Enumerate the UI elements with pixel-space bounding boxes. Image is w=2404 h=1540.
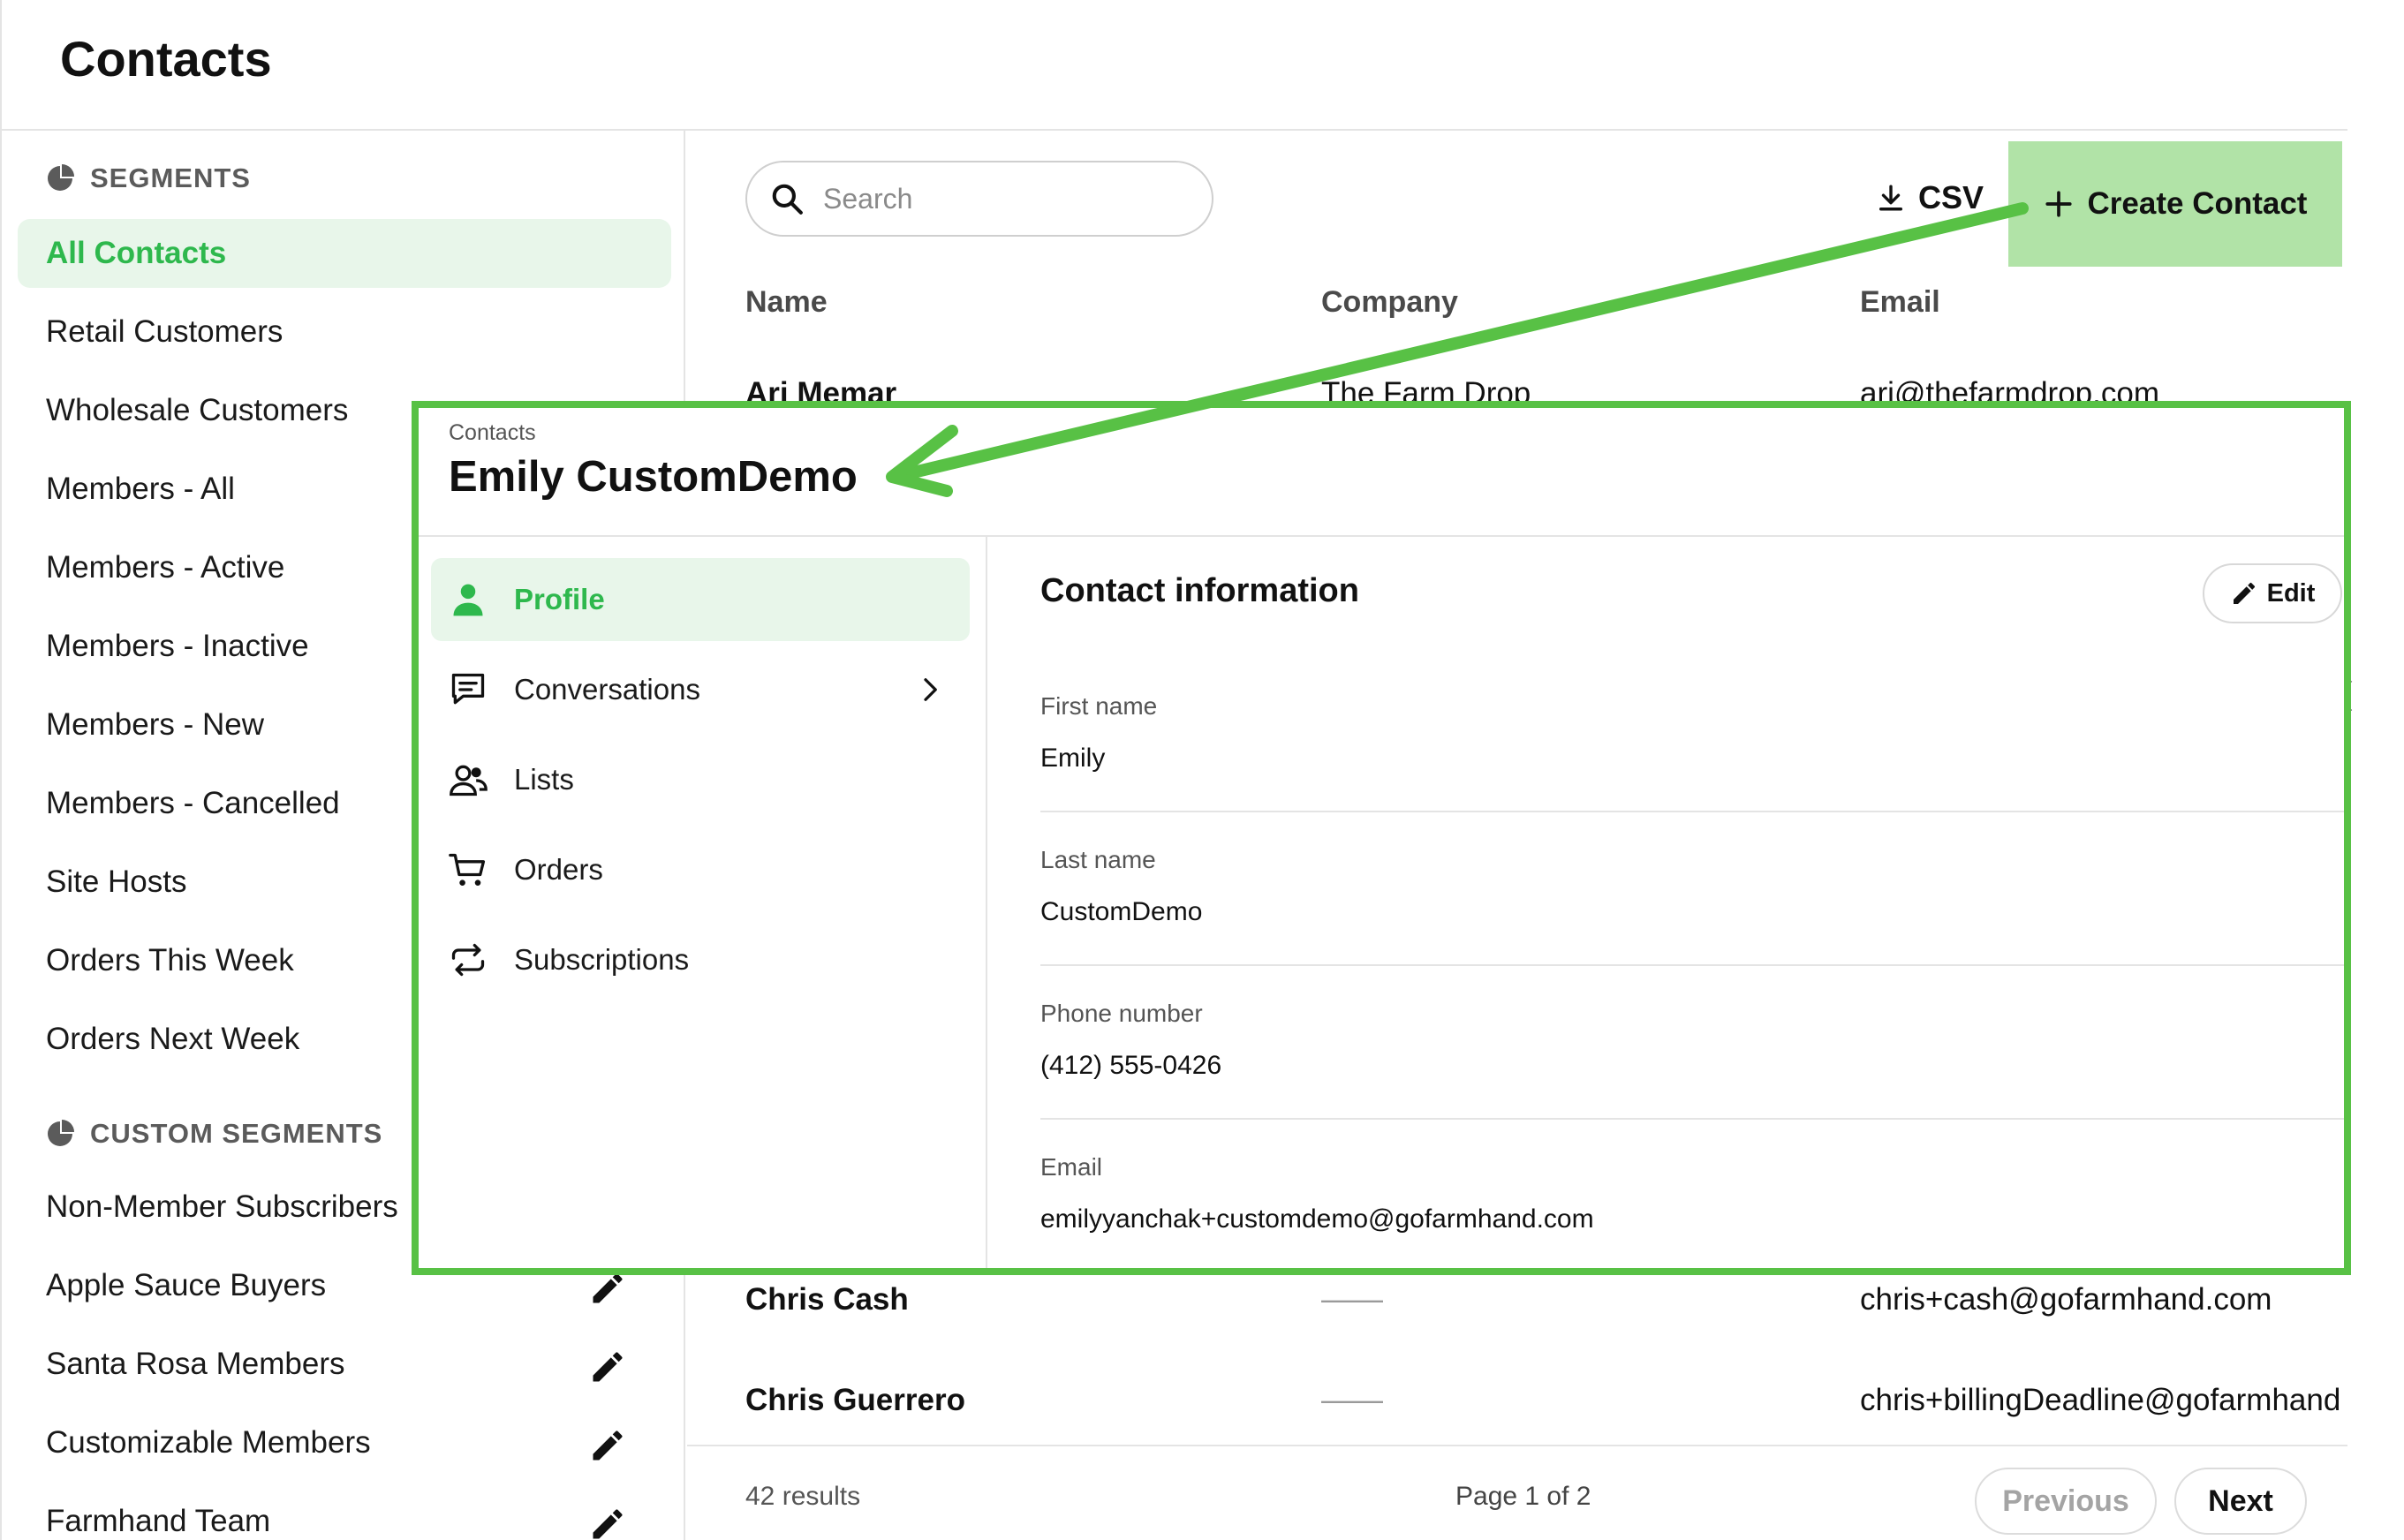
segment-label: All Contacts	[46, 236, 227, 270]
nav-label: Conversations	[514, 673, 700, 706]
breadcrumb[interactable]: Contacts	[449, 420, 536, 446]
search-box[interactable]	[745, 161, 1213, 237]
table-row-name[interactable]: Chris Cash	[745, 1282, 909, 1317]
nav-lists[interactable]: Lists	[431, 738, 970, 821]
last-name-label: Last name	[1040, 846, 1156, 873]
nav-label: Profile	[514, 583, 605, 615]
nav-conversations[interactable]: Conversations	[431, 648, 970, 731]
table-row-email: chris+billingDeadline@gofarmhand	[1860, 1383, 2341, 1417]
person-icon	[453, 584, 483, 616]
edit-label: Edit	[2266, 578, 2316, 608]
edit-button[interactable]: Edit	[2203, 563, 2342, 623]
table-row-company: ——	[1321, 1383, 1383, 1417]
create-contact-label: Create Contact	[2087, 186, 2308, 221]
email-label: Email	[1040, 1153, 1103, 1181]
field-divider	[1040, 811, 2344, 812]
column-header-company[interactable]: Company	[1321, 285, 1458, 320]
segment-label: Retail Customers	[46, 314, 283, 349]
segment-label: Members - Inactive	[46, 629, 309, 663]
segment-label: Members - New	[46, 707, 264, 742]
segment-all-contacts[interactable]: All Contacts	[18, 219, 671, 288]
pencil-icon	[2233, 582, 2255, 604]
segment-label: Santa Rosa Members	[46, 1347, 345, 1381]
pie-chart-icon	[48, 164, 74, 191]
create-contact-button[interactable]: Create Contact	[2008, 141, 2342, 267]
repeat-icon	[451, 943, 485, 977]
plus-icon	[2045, 191, 2072, 217]
custom-segment-santa-rosa-members[interactable]: Santa Rosa Members	[18, 1330, 671, 1399]
email-value: emilyyanchak+customdemo@gofarmhand.com	[1040, 1204, 1594, 1234]
table-row-company: ——	[1321, 1282, 1383, 1317]
search-icon	[772, 184, 803, 215]
page-info: Page 1 of 2	[1455, 1482, 1591, 1511]
segment-label: Orders This Week	[46, 943, 294, 978]
custom-segments-header: CUSTOM SEGMENTS	[46, 1118, 382, 1150]
people-icon	[450, 765, 488, 796]
segment-label: Members - Cancelled	[46, 786, 340, 820]
first-name-value: Emily	[1040, 744, 1106, 773]
segment-label: Site Hosts	[46, 864, 187, 899]
nav-label: Orders	[514, 853, 603, 886]
segment-label: Apple Sauce Buyers	[46, 1268, 327, 1302]
next-page-button[interactable]: Next	[2174, 1468, 2307, 1535]
segment-label: Farmhand Team	[46, 1504, 271, 1538]
segment-label: Members - Active	[46, 550, 285, 585]
pencil-icon[interactable]	[588, 1505, 627, 1540]
segments-header-label: SEGMENTS	[90, 162, 251, 193]
csv-label: CSV	[1918, 179, 1984, 215]
contact-information-title: Contact information	[1040, 572, 1359, 609]
custom-segments-header-label: CUSTOM SEGMENTS	[90, 1118, 383, 1149]
phone-number-value: (412) 555-0426	[1040, 1051, 1222, 1080]
last-name-value: CustomDemo	[1040, 897, 1203, 926]
page-header: Contacts	[0, 0, 2347, 131]
segment-label: Members - All	[46, 472, 235, 506]
table-row-email: chris+cash@gofarmhand.com	[1860, 1282, 2272, 1317]
download-icon	[1879, 185, 1903, 211]
search-input[interactable]	[823, 182, 1176, 215]
phone-number-label: Phone number	[1040, 1000, 1203, 1027]
column-header-name[interactable]: Name	[745, 285, 828, 320]
pie-chart-icon	[48, 1120, 74, 1146]
table-row-name[interactable]: Chris Guerrero	[745, 1383, 965, 1418]
first-name-label: First name	[1040, 692, 1158, 720]
chevron-right-icon	[924, 678, 937, 701]
segment-retail-customers[interactable]: Retail Customers	[18, 298, 671, 366]
field-divider	[1040, 1118, 2344, 1120]
segments-header: SEGMENTS	[46, 162, 251, 194]
column-header-email[interactable]: Email	[1860, 285, 1940, 320]
nav-orders[interactable]: Orders	[431, 828, 970, 911]
custom-segment-customizable-members[interactable]: Customizable Members	[18, 1408, 671, 1477]
chat-icon	[451, 673, 485, 705]
segment-label: Wholesale Customers	[46, 393, 349, 427]
contact-detail-panel: Contacts Emily CustomDemo Profile Conver…	[412, 401, 2351, 1275]
nav-label: Lists	[514, 763, 574, 796]
page-title: Contacts	[60, 31, 272, 87]
cart-icon	[449, 853, 486, 886]
contact-nav: Profile Conversations Lists Orders Subsc…	[419, 537, 987, 1268]
nav-label: Subscriptions	[514, 943, 690, 976]
pencil-icon[interactable]	[588, 1348, 627, 1386]
nav-profile[interactable]: Profile	[431, 558, 970, 641]
segment-label: Non-Member Subscribers	[46, 1189, 398, 1224]
segment-label: Orders Next Week	[46, 1022, 300, 1056]
csv-download-button[interactable]: CSV	[1876, 171, 1984, 224]
segment-label: Customizable Members	[46, 1425, 371, 1460]
field-divider	[1040, 964, 2344, 966]
previous-page-button[interactable]: Previous	[1975, 1468, 2157, 1535]
results-count: 42 results	[745, 1482, 861, 1511]
pencil-icon[interactable]	[588, 1426, 627, 1465]
contact-name: Emily CustomDemo	[449, 453, 858, 501]
table-footer: 42 results Page 1 of 2 Previous Next	[687, 1445, 2347, 1540]
nav-subscriptions[interactable]: Subscriptions	[431, 918, 970, 1001]
custom-segment-farmhand-team[interactable]: Farmhand Team	[18, 1487, 671, 1540]
